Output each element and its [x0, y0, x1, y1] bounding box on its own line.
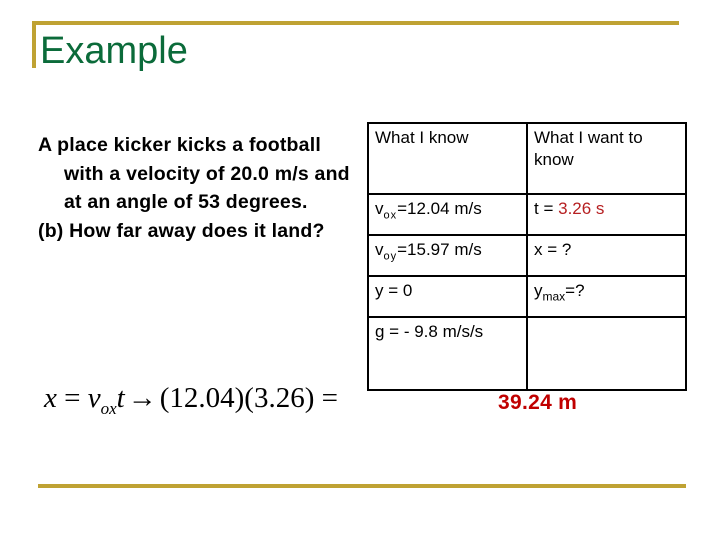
time-label: t = — [534, 199, 559, 218]
answer-value: 39.24 m — [498, 391, 578, 414]
cell-known-gravity: g = - 9.8 m/s/s — [367, 316, 528, 391]
equation-x: x — [44, 382, 57, 414]
top-divider-horizontal — [32, 21, 679, 25]
cell-wanted-time: t = 3.26 s — [526, 193, 687, 236]
equation-v: v — [87, 382, 101, 414]
ymax-value: =? — [565, 281, 585, 300]
vox-subscript: ox — [383, 209, 398, 222]
cell-known-y: y = 0 — [367, 275, 528, 318]
right-arrow-icon: → — [127, 382, 157, 414]
table-header-wanted: What I want to know — [526, 122, 687, 195]
voy-subscript: oy — [383, 250, 398, 263]
cell-wanted-x: x = ? — [526, 234, 687, 277]
time-value: 3.26 s — [558, 199, 605, 218]
table-header-row: What I know What I want to know — [367, 122, 687, 195]
slide-canvas: { "theme": { "accent_gold": "#bfa233", "… — [0, 0, 720, 540]
page-title: Example — [40, 30, 188, 72]
problem-line-2: (b) How far away does it land? — [38, 219, 325, 242]
cell-wanted-empty — [526, 316, 687, 391]
table-row: g = - 9.8 m/s/s — [367, 316, 687, 391]
vox-value: =12.04 m/s — [397, 199, 482, 218]
table-header-known: What I know — [367, 122, 528, 195]
ymax-symbol: y — [534, 281, 543, 300]
vox-symbol: v — [375, 199, 384, 218]
equation-substitution: (12.04)(3.26) = — [159, 382, 338, 414]
cell-wanted-ymax: ymax=? — [526, 275, 687, 318]
equation-equals: = — [56, 382, 88, 414]
equation-line: x = voxt → (12.04)(3.26) = — [44, 381, 338, 426]
voy-symbol: v — [375, 240, 384, 259]
table-row: vox=12.04 m/s t = 3.26 s — [367, 193, 687, 236]
equation-v-subscript: ox — [100, 398, 117, 418]
top-divider-vertical — [32, 21, 36, 68]
ymax-subscript: max — [542, 289, 566, 304]
table-row: y = 0 ymax=? — [367, 275, 687, 318]
cell-known-vox: vox=12.04 m/s — [367, 193, 528, 236]
cell-known-voy: voy=15.97 m/s — [367, 234, 528, 277]
known-wanted-table: What I know What I want to know vox=12.0… — [367, 122, 687, 391]
problem-statement: A place kicker kicks a football with a v… — [38, 131, 354, 245]
voy-value: =15.97 m/s — [397, 240, 482, 259]
equation-t: t — [116, 382, 125, 414]
problem-line-1: A place kicker kicks a football with a v… — [38, 134, 350, 213]
bottom-divider — [38, 484, 686, 488]
table-row: voy=15.97 m/s x = ? — [367, 234, 687, 277]
